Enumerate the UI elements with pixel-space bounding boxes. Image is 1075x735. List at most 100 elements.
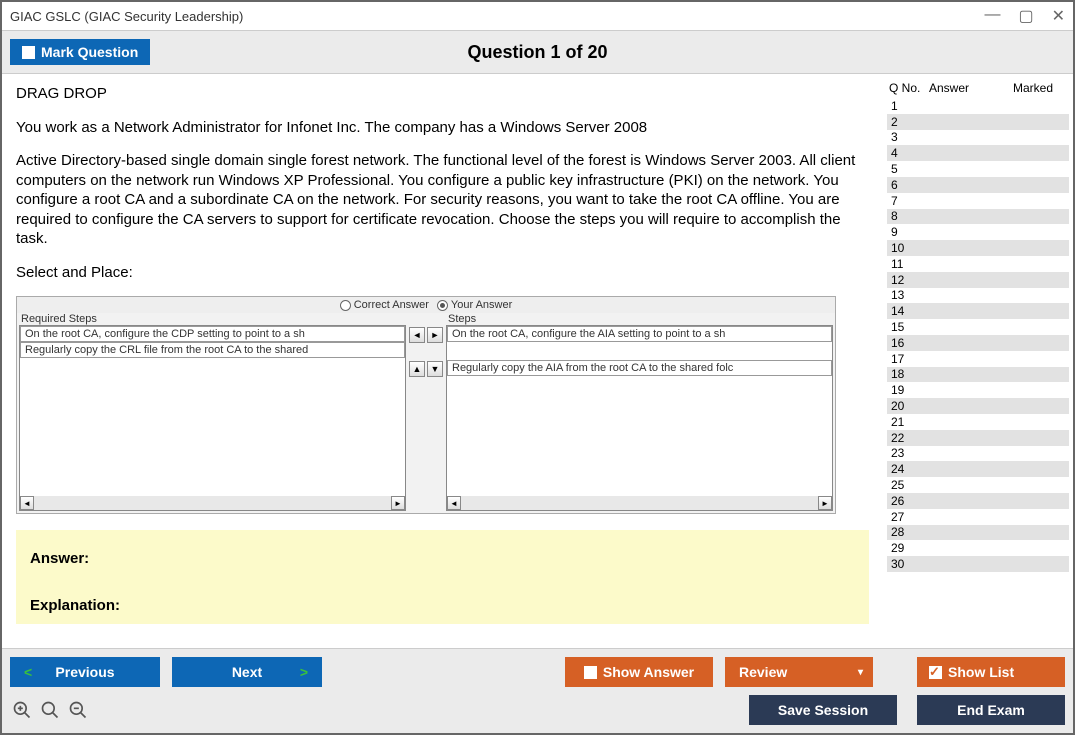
close-icon[interactable]: ✕	[1052, 6, 1065, 26]
sidebar-row[interactable]: 17	[887, 351, 1069, 367]
scrollbar[interactable]: ◄►	[20, 496, 405, 510]
chevron-right-icon: >	[300, 664, 308, 680]
sidebar-row[interactable]: 3	[887, 130, 1069, 146]
footer-row-2: Save Session End Exam	[10, 695, 1065, 725]
question-counter: Question 1 of 20	[467, 42, 607, 63]
sidebar-row[interactable]: 30	[887, 556, 1069, 572]
window-title: GIAC GSLC (GIAC Security Leadership)	[10, 9, 243, 24]
question-instruction: DRAG DROP	[16, 84, 869, 104]
left-list[interactable]: On the root CA, configure the CDP settin…	[19, 325, 406, 511]
list-item[interactable]: On the root CA, configure the AIA settin…	[447, 326, 832, 342]
scroll-right-icon[interactable]: ►	[818, 496, 832, 510]
question-line1: You work as a Network Administrator for …	[16, 118, 869, 138]
list-item[interactable]: Regularly copy the AIA from the root CA …	[447, 360, 832, 376]
question-select: Select and Place:	[16, 263, 869, 283]
your-answer-radio[interactable]: Your Answer	[437, 299, 512, 311]
question-scrollpane[interactable]: DRAG DROP You work as a Network Administ…	[2, 74, 883, 648]
mark-question-button[interactable]: Mark Question	[10, 39, 150, 65]
checked-box-icon	[929, 666, 942, 679]
window-controls: — ▢ ✕	[984, 6, 1065, 26]
sidebar-row[interactable]: 11	[887, 256, 1069, 272]
mark-label: Mark Question	[41, 44, 138, 60]
app-window: GIAC GSLC (GIAC Security Leadership) — ▢…	[0, 0, 1075, 735]
sidebar-list[interactable]: 1234567891011121314151617181920212223242…	[887, 98, 1069, 648]
zoom-controls	[10, 698, 90, 722]
sidebar-row[interactable]: 21	[887, 414, 1069, 430]
zoom-in-icon[interactable]	[10, 698, 34, 722]
scroll-left-icon[interactable]: ◄	[20, 496, 34, 510]
left-header: Required Steps	[17, 313, 408, 325]
answer-mode-row: Correct Answer Your Answer	[17, 297, 835, 313]
col-qno: Q No.	[889, 81, 929, 95]
sidebar-row[interactable]: 13	[887, 288, 1069, 304]
zoom-reset-icon[interactable]	[38, 698, 62, 722]
sidebar-row[interactable]: 2	[887, 114, 1069, 130]
minimize-icon[interactable]: —	[984, 6, 1000, 26]
col-marked: Marked	[999, 81, 1067, 95]
question-line2: Active Directory-based single domain sin…	[16, 151, 869, 249]
move-left-button[interactable]: ◄	[409, 327, 425, 343]
top-bar: Mark Question Question 1 of 20	[2, 30, 1073, 74]
drag-drop-widget: Correct Answer Your Answer Required Step…	[16, 296, 836, 514]
sidebar-row[interactable]: 14	[887, 303, 1069, 319]
move-down-button[interactable]: ▼	[427, 361, 443, 377]
sidebar-row[interactable]: 19	[887, 382, 1069, 398]
show-list-button[interactable]: Show List	[917, 657, 1065, 687]
sidebar-row[interactable]: 29	[887, 540, 1069, 556]
sidebar-row[interactable]: 27	[887, 509, 1069, 525]
question-list-sidebar: Q No. Answer Marked 12345678910111213141…	[883, 74, 1073, 648]
sidebar-header: Q No. Answer Marked	[887, 78, 1069, 98]
move-right-button[interactable]: ►	[427, 327, 443, 343]
sidebar-row[interactable]: 10	[887, 240, 1069, 256]
right-list[interactable]: On the root CA, configure the AIA settin…	[446, 325, 833, 511]
sidebar-row[interactable]: 18	[887, 367, 1069, 383]
scroll-left-icon[interactable]: ◄	[447, 496, 461, 510]
body-area: DRAG DROP You work as a Network Administ…	[2, 74, 1073, 648]
steps-column: Steps On the root CA, configure the AIA …	[444, 313, 835, 513]
review-button[interactable]: Review ▾	[725, 657, 873, 687]
sidebar-row[interactable]: 25	[887, 477, 1069, 493]
sidebar-row[interactable]: 7	[887, 193, 1069, 209]
move-buttons-column: ◄ ► ▲ ▼	[408, 313, 444, 513]
footer: < Previous Next > Show Answer Review ▾ S…	[2, 648, 1073, 733]
list-item[interactable]: On the root CA, configure the CDP settin…	[20, 326, 405, 342]
title-bar: GIAC GSLC (GIAC Security Leadership) — ▢…	[2, 2, 1073, 30]
sidebar-row[interactable]: 23	[887, 446, 1069, 462]
zoom-out-icon[interactable]	[66, 698, 90, 722]
scroll-right-icon[interactable]: ►	[391, 496, 405, 510]
sidebar-row[interactable]: 5	[887, 161, 1069, 177]
sidebar-row[interactable]: 16	[887, 335, 1069, 351]
mark-checkbox-icon	[22, 46, 35, 59]
answer-panel: Answer: Explanation:	[16, 530, 869, 624]
answer-heading: Answer:	[30, 550, 855, 567]
checkbox-icon	[584, 666, 597, 679]
sidebar-row[interactable]: 22	[887, 430, 1069, 446]
maximize-icon[interactable]: ▢	[1018, 6, 1033, 26]
main-area: DRAG DROP You work as a Network Administ…	[2, 74, 883, 648]
explanation-heading: Explanation:	[30, 597, 855, 614]
chevron-down-icon: ▾	[858, 667, 863, 678]
required-steps-column: Required Steps On the root CA, configure…	[17, 313, 408, 513]
previous-button[interactable]: < Previous	[10, 657, 160, 687]
sidebar-row[interactable]: 28	[887, 525, 1069, 541]
sidebar-row[interactable]: 15	[887, 319, 1069, 335]
sidebar-row[interactable]: 20	[887, 398, 1069, 414]
end-exam-button[interactable]: End Exam	[917, 695, 1065, 725]
sidebar-row[interactable]: 9	[887, 224, 1069, 240]
scrollbar[interactable]: ◄►	[447, 496, 832, 510]
list-item[interactable]: Regularly copy the CRL file from the roo…	[20, 342, 405, 358]
sidebar-row[interactable]: 24	[887, 461, 1069, 477]
right-header: Steps	[444, 313, 835, 325]
next-button[interactable]: Next >	[172, 657, 322, 687]
sidebar-row[interactable]: 6	[887, 177, 1069, 193]
sidebar-row[interactable]: 1	[887, 98, 1069, 114]
sidebar-row[interactable]: 4	[887, 145, 1069, 161]
chevron-left-icon: <	[24, 664, 32, 680]
sidebar-row[interactable]: 26	[887, 493, 1069, 509]
correct-answer-radio[interactable]: Correct Answer	[340, 299, 429, 311]
show-answer-button[interactable]: Show Answer	[565, 657, 713, 687]
save-session-button[interactable]: Save Session	[749, 695, 897, 725]
sidebar-row[interactable]: 12	[887, 272, 1069, 288]
move-up-button[interactable]: ▲	[409, 361, 425, 377]
sidebar-row[interactable]: 8	[887, 209, 1069, 225]
